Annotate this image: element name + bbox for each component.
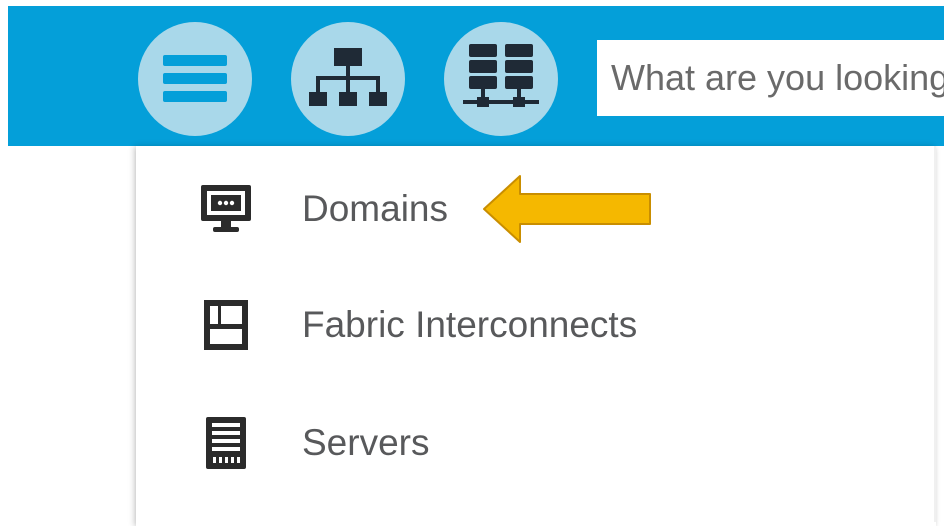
menu-item-servers[interactable]: Servers xyxy=(136,398,936,488)
network-topology-button[interactable] xyxy=(291,22,405,136)
search-input[interactable] xyxy=(611,57,944,99)
menu-item-label: Servers xyxy=(302,422,430,463)
server-rack-network-button[interactable] xyxy=(444,22,558,136)
toolbar-edge xyxy=(0,0,8,146)
fabric-interconnect-icon xyxy=(198,297,254,353)
monitor-icon xyxy=(198,181,254,237)
menu-item-label: Domains xyxy=(302,188,448,229)
server-rack-network-icon xyxy=(463,44,539,107)
hamburger-menu-button[interactable] xyxy=(138,22,252,136)
menu-item-fabric-interconnects[interactable]: Fabric Interconnects xyxy=(136,280,936,370)
hamburger-menu-icon xyxy=(163,55,227,102)
toolbar-edge xyxy=(0,0,944,6)
annotation-arrow-icon xyxy=(483,175,651,243)
network-topology-icon xyxy=(309,48,387,106)
top-toolbar xyxy=(0,0,944,146)
server-icon xyxy=(198,415,254,471)
menu-item-label: Fabric Interconnects xyxy=(302,304,638,345)
search-field[interactable] xyxy=(597,40,944,116)
menu-right-edge xyxy=(934,146,936,522)
